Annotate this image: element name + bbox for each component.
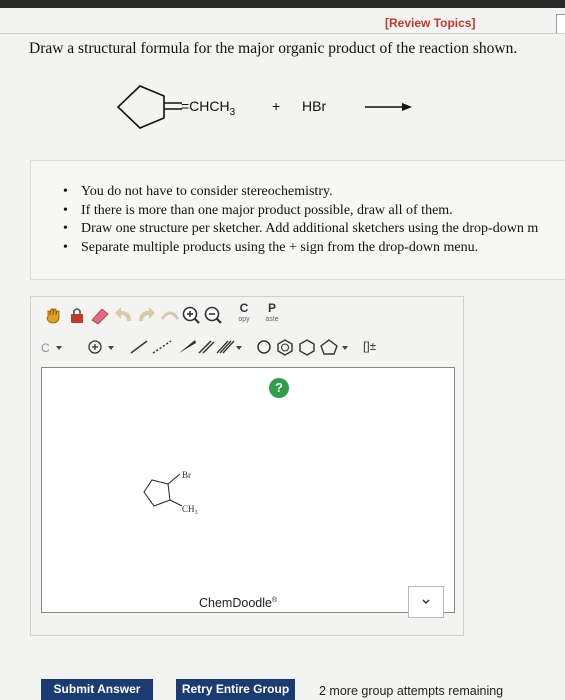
instruction-item: If there is more than one major product …	[63, 202, 538, 221]
top-bar	[0, 0, 565, 8]
charge-bracket-button[interactable]: []±	[363, 339, 376, 353]
chevron-down-icon[interactable]	[341, 344, 349, 352]
cyclopentane-ring	[116, 85, 165, 129]
instruction-item: You do not have to consider stereochemis…	[63, 183, 538, 202]
chemdoodle-watermark: ChemDoodle®	[199, 596, 278, 610]
reagent-label: HBr	[302, 98, 326, 114]
instruction-item: Draw one structure per sketcher. Add add…	[63, 220, 538, 239]
single-bond-icon[interactable]	[129, 339, 149, 355]
chevron-down-icon[interactable]	[235, 344, 243, 352]
triple-bond-icon[interactable]	[215, 339, 235, 355]
copy-button[interactable]: C opy	[235, 302, 253, 325]
chevron-down-icon[interactable]	[107, 344, 115, 352]
flip-icon[interactable]	[159, 305, 181, 325]
divider	[0, 33, 565, 34]
side-panel-edge[interactable]	[556, 14, 565, 34]
instructions-list: You do not have to consider stereochemis…	[63, 183, 538, 257]
drawing-canvas[interactable]: ? Br CH3 ChemDoodle®	[41, 367, 455, 613]
retry-group-button[interactable]: Retry Entire Group	[176, 679, 295, 700]
sketcher-dropdown[interactable]	[408, 586, 444, 618]
eraser-icon[interactable]	[89, 305, 111, 325]
lasso-lock-icon[interactable]	[67, 305, 87, 325]
bromine-label: Br	[182, 470, 191, 480]
help-icon[interactable]: ?	[269, 378, 289, 398]
redo-icon[interactable]	[135, 305, 157, 325]
chemdoodle-sketcher: C opy P aste C []± ? Br CH3 ChemDoodle®	[30, 296, 464, 636]
drawn-structure: Br CH3	[143, 470, 198, 516]
wedge-bond-icon[interactable]	[177, 339, 197, 355]
undo-icon[interactable]	[113, 305, 135, 325]
paste-button[interactable]: P aste	[261, 302, 283, 325]
zoom-in-icon[interactable]	[181, 305, 201, 325]
review-topics-link[interactable]: [Review Topics]	[385, 16, 475, 30]
chevron-down-icon	[422, 599, 430, 605]
reaction-scheme: =CHCH3 + HBr	[116, 85, 412, 129]
hand-icon[interactable]	[43, 305, 63, 325]
cyclopropane-ring-icon[interactable]	[255, 338, 273, 356]
submit-answer-button[interactable]: Submit Answer	[41, 679, 153, 700]
arrow-head	[402, 103, 412, 111]
clean-button[interactable]: C	[41, 341, 50, 355]
substituent-label: =CHCH3	[181, 98, 236, 118]
question-text: Draw a structural formula for the major …	[29, 40, 518, 57]
chevron-down-icon[interactable]	[55, 344, 63, 352]
hexagon-ring-icon[interactable]	[297, 338, 317, 356]
attempts-remaining-text: 2 more group attempts remaining	[319, 684, 504, 698]
pentagon-ring-icon[interactable]	[319, 338, 339, 356]
plus-sign: +	[272, 98, 280, 114]
double-bond-icon[interactable]	[197, 339, 215, 355]
dashed-bond-icon[interactable]	[151, 339, 173, 355]
add-atom-icon[interactable]	[87, 339, 103, 355]
instructions-box: You do not have to consider stereochemis…	[30, 160, 565, 280]
zoom-out-icon[interactable]	[203, 305, 223, 325]
benzene-ring-icon[interactable]	[275, 338, 295, 356]
methyl-label: CH3	[182, 504, 198, 516]
instruction-item: Separate multiple products using the + s…	[63, 239, 538, 258]
